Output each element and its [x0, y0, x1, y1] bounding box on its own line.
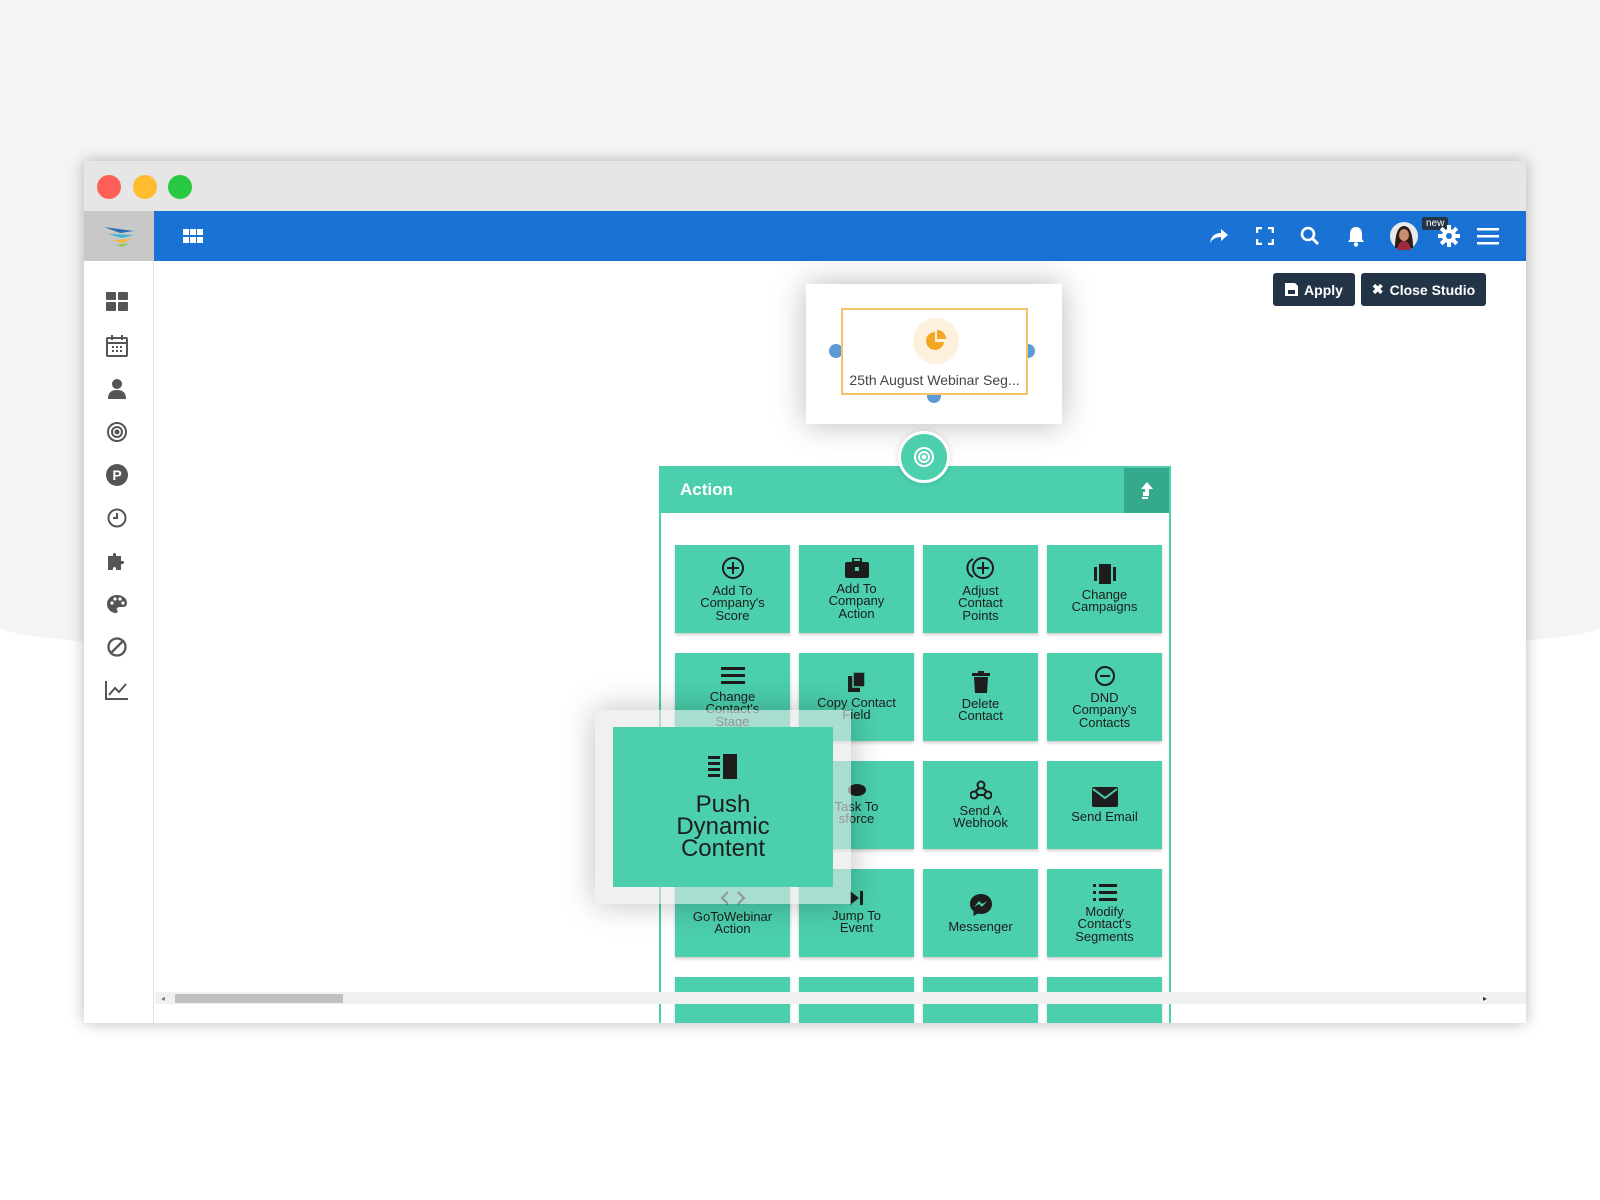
palette-icon[interactable]: [104, 591, 130, 617]
action-tile-label: Add To Company Action: [828, 580, 885, 621]
segment-node-label: 25th August Webinar Seg...: [849, 372, 1020, 388]
action-tile-label: Jump To Event: [832, 907, 881, 936]
action-tile-label: Add To Company's Score: [700, 582, 765, 623]
share-icon[interactable]: [1206, 223, 1232, 249]
action-tile[interactable]: Modify Contact's Segments: [1047, 869, 1162, 957]
email-icon: [1091, 786, 1118, 810]
close-icon: ✖: [1371, 281, 1384, 297]
action-tile[interactable]: Send Email: [1047, 761, 1162, 849]
puzzle-icon[interactable]: [104, 548, 130, 574]
apps-grid-icon[interactable]: [180, 223, 206, 249]
dashboard-icon[interactable]: [104, 289, 130, 315]
stage-icon: [720, 666, 745, 689]
dnd-icon: [1094, 665, 1116, 690]
close-studio-label: Close Studio: [1389, 281, 1476, 298]
action-tile-label: DND Company's Contacts: [1072, 689, 1137, 730]
maximize-window-button[interactable]: [168, 175, 192, 199]
browser-window: new P Apply ✖ Close Studio 25th August W…: [84, 161, 1526, 1023]
user-icon[interactable]: [104, 376, 130, 402]
jump-icon: [849, 891, 864, 908]
user-avatar[interactable]: [1389, 221, 1419, 251]
hamburger-menu-icon[interactable]: [1475, 223, 1501, 249]
messenger-icon: [969, 893, 993, 920]
action-tile[interactable]: Delete Contact: [923, 653, 1038, 741]
horizontal-scrollbar[interactable]: ◂ ▸: [155, 992, 1526, 1004]
app-logo[interactable]: [84, 211, 154, 261]
action-tile-label: Send Email: [1071, 809, 1138, 824]
calendar-icon[interactable]: [104, 333, 130, 359]
block-icon[interactable]: [104, 634, 130, 660]
action-tile[interactable]: DND Company's Contacts: [1047, 653, 1162, 741]
svg-text:P: P: [112, 467, 121, 483]
action-panel-title: Action: [680, 480, 733, 499]
notification-bell-icon[interactable]: [1343, 223, 1369, 249]
action-tile[interactable]: Messenger: [923, 869, 1038, 957]
briefcase-icon: [844, 557, 869, 581]
minimize-window-button[interactable]: [133, 175, 157, 199]
chart-icon[interactable]: [104, 677, 130, 703]
fullscreen-icon[interactable]: [1252, 223, 1278, 249]
segment-node-card: 25th August Webinar Seg...: [806, 284, 1062, 424]
window-titlebar: [84, 161, 1526, 211]
action-tile-label: Change Campaigns: [1071, 586, 1138, 615]
apply-label: Apply: [1304, 281, 1343, 298]
action-tile-label: Delete Contact: [958, 695, 1003, 724]
arrow-up-icon: [1140, 481, 1153, 499]
action-tile-label: Modify Contact's Segments: [1075, 903, 1134, 944]
clock-icon[interactable]: [104, 505, 130, 531]
plus-circle-icon: [721, 556, 745, 583]
points-icon: [965, 556, 996, 583]
settings-gear-icon[interactable]: [1436, 223, 1462, 249]
pie-chart-icon: [913, 318, 959, 364]
close-studio-button[interactable]: ✖ Close Studio: [1361, 273, 1486, 306]
apply-button[interactable]: Apply: [1273, 273, 1355, 306]
action-tile-label: Send A Webhook: [953, 802, 1008, 831]
dynamic-content-icon: [708, 754, 737, 779]
scroll-right-icon[interactable]: ▸: [1483, 994, 1487, 1003]
push-dynamic-content-label: Push Dynamic Content: [676, 791, 770, 862]
push-dynamic-content-tile[interactable]: Push Dynamic Content: [613, 727, 833, 887]
action-tile[interactable]: Add To Company's Score: [675, 545, 790, 633]
copy-icon: [847, 671, 866, 695]
action-tile-label: Messenger: [948, 919, 1013, 934]
list-icon: [1092, 883, 1117, 904]
segment-node[interactable]: 25th August Webinar Seg...: [841, 308, 1028, 395]
action-tile[interactable]: Add To Company Action: [799, 545, 914, 633]
webhook-icon: [969, 780, 992, 803]
close-window-button[interactable]: [97, 175, 121, 199]
scroll-left-icon[interactable]: ◂: [161, 994, 165, 1003]
left-sidebar: P: [84, 261, 154, 1023]
points-p-icon[interactable]: P: [104, 462, 130, 488]
action-tile-label: Adjust Contact Points: [958, 582, 1003, 623]
campaigns-icon: [1092, 564, 1118, 587]
save-icon: [1285, 283, 1299, 296]
action-tile[interactable]: Change Campaigns: [1047, 545, 1162, 633]
search-icon[interactable]: [1297, 223, 1323, 249]
studio-canvas[interactable]: Apply ✖ Close Studio 25th August Webinar…: [155, 261, 1526, 1023]
target-icon: [914, 447, 934, 467]
action-tile[interactable]: Adjust Contact Points: [923, 545, 1038, 633]
connector-target-button[interactable]: [898, 431, 950, 483]
scrollbar-thumb[interactable]: [175, 994, 343, 1003]
top-navigation-bar: new: [154, 211, 1526, 261]
trash-icon: [971, 671, 990, 696]
zoom-highlight-overlay: Push Dynamic Content: [595, 710, 851, 904]
target-icon[interactable]: [104, 419, 130, 445]
action-tile[interactable]: Send A Webhook: [923, 761, 1038, 849]
collapse-panel-button[interactable]: [1124, 468, 1169, 513]
action-tile-label: GoToWebinar Action: [692, 908, 773, 937]
